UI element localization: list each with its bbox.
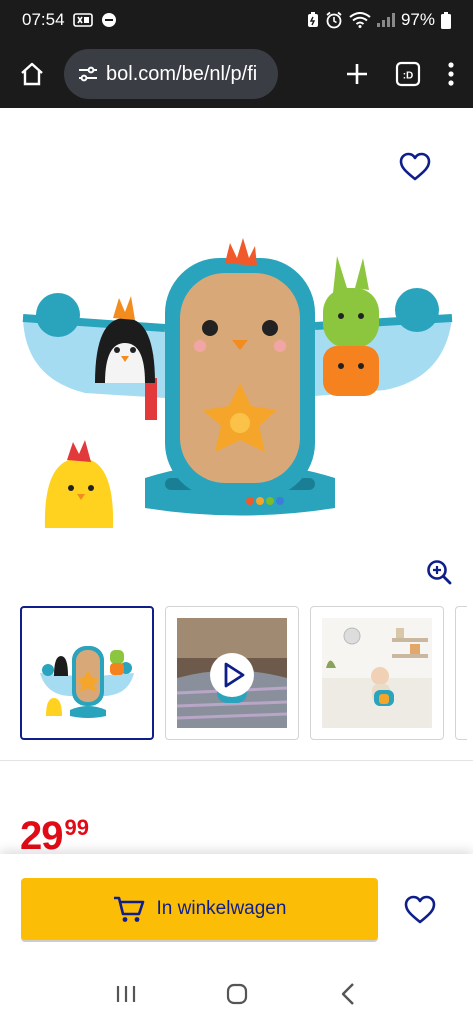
zoom-button[interactable] xyxy=(423,556,455,588)
recent-apps-button[interactable] xyxy=(106,974,146,1014)
menu-button[interactable] xyxy=(447,62,455,86)
do-not-disturb-icon xyxy=(101,12,117,28)
back-icon xyxy=(341,983,354,1005)
home-icon xyxy=(21,62,43,86)
alarm-icon xyxy=(325,11,343,29)
svg-text::D: :D xyxy=(403,71,414,82)
battery-icon xyxy=(441,11,451,29)
wifi-icon xyxy=(349,12,371,28)
thumbnail-lifestyle-photo[interactable] xyxy=(310,606,444,740)
signal-icon xyxy=(376,13,395,27)
shopping-cart-icon xyxy=(113,896,144,922)
thumbnail-more[interactable] xyxy=(455,606,467,740)
site-settings-icon[interactable] xyxy=(78,65,98,83)
url-text: bol.com/be/nl/p/fi xyxy=(106,62,258,85)
section-divider xyxy=(0,760,473,761)
home-nav-button[interactable] xyxy=(217,974,257,1014)
thumbnail-product-photo[interactable] xyxy=(20,606,154,740)
zoom-in-icon xyxy=(427,560,452,585)
tab-switcher-button[interactable]: :D xyxy=(395,61,421,87)
product-image[interactable] xyxy=(15,178,460,548)
status-time: 07:54 xyxy=(22,10,65,29)
dictionary-icon xyxy=(72,13,93,27)
home-button[interactable] xyxy=(12,54,52,94)
product-page: 29 99 , xyxy=(0,108,473,858)
add-to-cart-label: In winkelwagen xyxy=(156,898,287,919)
add-to-cart-button[interactable]: In winkelwagen xyxy=(21,878,378,940)
status-bar: 07:54 97% xyxy=(0,0,473,40)
new-tab-button[interactable] xyxy=(345,62,369,86)
home-circle-icon xyxy=(226,983,247,1005)
system-navigation-bar xyxy=(0,964,473,1024)
heart-icon xyxy=(404,895,436,924)
back-button[interactable] xyxy=(328,974,368,1014)
recent-apps-icon xyxy=(116,986,135,1002)
thumbnail-strip xyxy=(20,606,467,740)
browser-toolbar: bol.com/be/nl/p/fi :D xyxy=(0,40,473,108)
battery-percentage: 97% xyxy=(400,10,435,29)
tabs-icon: :D xyxy=(395,61,421,87)
wishlist-button-bottom[interactable] xyxy=(402,892,438,928)
thumbnail-product-video[interactable] xyxy=(165,606,299,740)
price-whole: 29 xyxy=(20,814,63,858)
more-vertical-icon xyxy=(448,62,454,86)
sticky-buy-bar: In winkelwagen xyxy=(0,854,473,964)
battery-saver-icon xyxy=(307,12,319,28)
plus-icon xyxy=(347,64,367,84)
product-price: 29 99 , xyxy=(20,814,97,858)
address-bar[interactable]: bol.com/be/nl/p/fi xyxy=(64,49,278,99)
